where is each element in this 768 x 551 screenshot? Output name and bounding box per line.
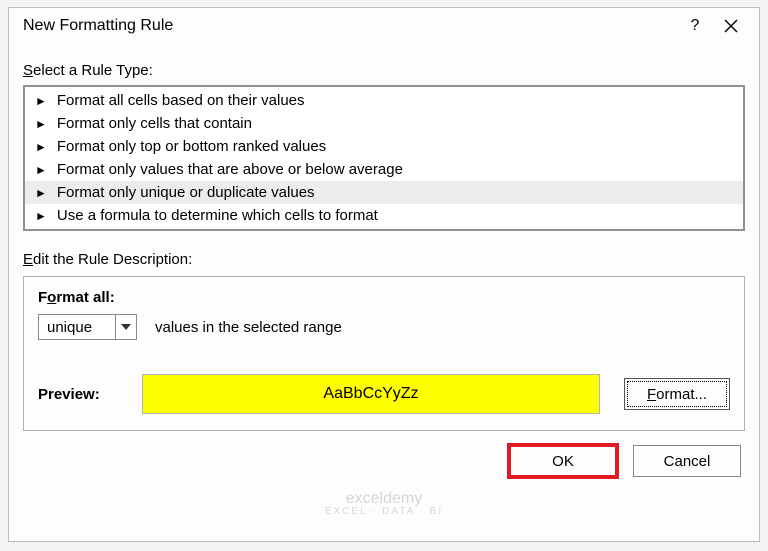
combobox-value: unique [39,319,115,336]
edit-rule-description-label: Edit the Rule Description: [23,251,745,268]
rule-type-text: Format only unique or duplicate values [57,184,315,201]
rule-type-item[interactable]: ► Format only top or bottom ranked values [25,135,743,158]
rule-type-text: Format all cells based on their values [57,92,305,109]
preview-swatch: AaBbCcYyZz [142,374,600,414]
rule-marker-icon: ► [35,117,47,131]
rule-type-item[interactable]: ► Format only unique or duplicate values [25,181,743,204]
format-all-combobox[interactable]: unique [38,314,137,340]
close-icon[interactable] [713,8,749,44]
rule-marker-icon: ► [35,140,47,154]
preview-label: Preview: [38,386,142,403]
rule-marker-icon: ► [35,209,47,223]
rule-type-text: Format only values that are above or bel… [57,161,403,178]
watermark: exceldemy EXCEL · DATA · BI [9,490,759,517]
rule-marker-icon: ► [35,94,47,108]
rule-marker-icon: ► [35,163,47,177]
rule-description-box: Format all: unique values in the selecte… [23,276,745,431]
help-icon[interactable]: ? [677,8,713,44]
dialog-title: New Formatting Rule [23,17,173,35]
titlebar: New Formatting Rule ? [9,8,759,44]
rule-type-item[interactable]: ► Format all cells based on their values [25,89,743,112]
rule-type-list[interactable]: ►Format all cells based on their values►… [23,85,745,231]
rule-type-text: Format only top or bottom ranked values [57,138,326,155]
combobox-suffix-text: values in the selected range [155,319,342,336]
new-formatting-rule-dialog: New Formatting Rule ? Select a Rule Type… [8,7,760,542]
rule-type-item[interactable]: ► Use a formula to determine which cells … [25,204,743,227]
rule-type-item[interactable]: ► Format only values that are above or be… [25,158,743,181]
rule-type-text: Use a formula to determine which cells t… [57,207,378,224]
format-all-label: Format all: [38,289,730,306]
rule-type-text: Format only cells that contain [57,115,252,132]
cancel-button[interactable]: Cancel [633,445,741,477]
select-rule-type-label: Select a Rule Type: [23,62,745,79]
chevron-down-icon [115,315,136,339]
format-button[interactable]: Format... [624,378,730,410]
rule-marker-icon: ► [35,186,47,200]
rule-type-item[interactable]: ► Format only cells that contain [25,112,743,135]
ok-button[interactable]: OK [509,445,617,477]
